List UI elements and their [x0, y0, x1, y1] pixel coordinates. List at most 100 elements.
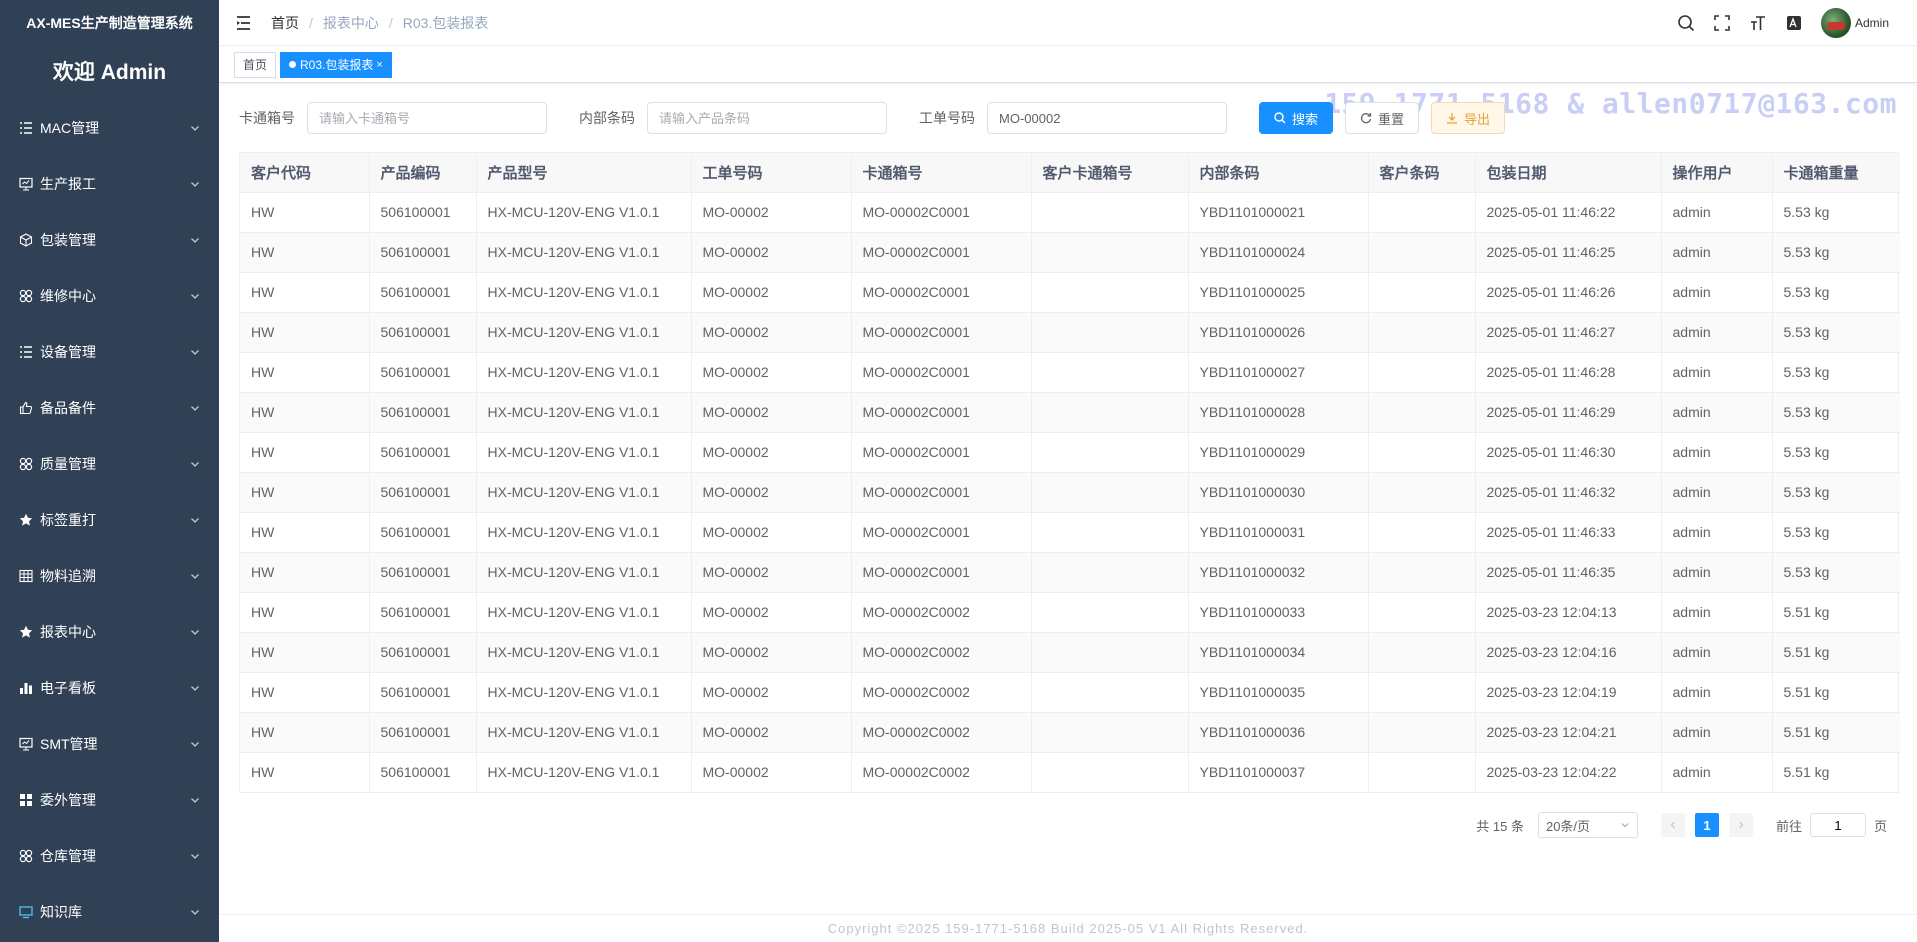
table-cell: HW: [240, 472, 370, 513]
search-button[interactable]: 搜索: [1259, 102, 1334, 134]
table-cell: YBD1101000028: [1188, 392, 1369, 433]
sidebar-item-2[interactable]: 包装管理: [0, 212, 219, 268]
tag-packing-report[interactable]: R03.包装报表 ×: [280, 51, 392, 78]
chevron-down-icon: [189, 626, 201, 638]
sidebar-item-10[interactable]: 电子看板: [0, 660, 219, 716]
table-cell: HW: [240, 752, 370, 792]
table-row[interactable]: HW 506100001 HX-MCU-120V-ENG V1.0.1 MO-0000…: [240, 312, 1900, 353]
table-cell: 2025-05-01 11:46:28: [1475, 352, 1662, 393]
table-cell: 506100001: [369, 512, 477, 553]
goto-input[interactable]: [1809, 813, 1866, 837]
next-page-button[interactable]: [1728, 813, 1753, 837]
search-icon[interactable]: [1677, 14, 1695, 32]
sidebar-item-label: 备品备件: [40, 400, 96, 416]
table-row[interactable]: HW 506100001 HX-MCU-120V-ENG V1.0.1 MO-0000…: [240, 592, 1900, 633]
table-cell: [1368, 672, 1476, 713]
table-row[interactable]: HW 506100001 HX-MCU-120V-ENG V1.0.1 MO-0000…: [240, 752, 1900, 792]
close-icon[interactable]: ×: [376, 53, 382, 77]
table-cell: 506100001: [369, 352, 477, 393]
table-cell: 2025-05-01 11:46:29: [1475, 392, 1662, 433]
sidebar-item-5[interactable]: 备品备件: [0, 380, 219, 436]
table-row[interactable]: HW 506100001 HX-MCU-120V-ENG V1.0.1 MO-0000…: [240, 232, 1900, 273]
table-row[interactable]: HW 506100001 HX-MCU-120V-ENG V1.0.1 MO-0000…: [240, 632, 1900, 673]
hamburger-icon[interactable]: [235, 13, 255, 33]
table-row[interactable]: HW 506100001 HX-MCU-120V-ENG V1.0.1 MO-0000…: [240, 552, 1900, 593]
chevron-down-icon: [189, 458, 201, 470]
sidebar-item-13[interactable]: 仓库管理: [0, 828, 219, 884]
table-row[interactable]: HW 506100001 HX-MCU-120V-ENG V1.0.1 MO-0000…: [240, 672, 1900, 713]
table-row[interactable]: HW 506100001 HX-MCU-120V-ENG V1.0.1 MO-0000…: [240, 472, 1900, 513]
pagination: 共 15 条 20条/页 1 前往 页: [1476, 812, 1887, 838]
sidebar-item-12[interactable]: 委外管理: [0, 772, 219, 828]
table-cell: YBD1101000024: [1188, 232, 1369, 273]
order-input[interactable]: [987, 102, 1227, 134]
table-cell: HW: [240, 312, 370, 353]
component-icon: [18, 288, 34, 304]
table-cell: MO-00002C0002: [851, 752, 1032, 792]
translate-icon[interactable]: [1785, 14, 1803, 32]
sidebar-item-4[interactable]: 设备管理: [0, 324, 219, 380]
sidebar-item-label: 维修中心: [40, 288, 96, 304]
sidebar-item-6[interactable]: 质量管理: [0, 436, 219, 492]
welcome-text: 欢迎 Admin: [52, 61, 167, 84]
sidebar-item-3[interactable]: 维修中心: [0, 268, 219, 324]
table-cell: MO-00002C0001: [851, 312, 1032, 353]
chevron-down-icon: [1621, 823, 1629, 828]
page-size-select[interactable]: 20条/页: [1537, 812, 1638, 838]
table-row[interactable]: HW 506100001 HX-MCU-120V-ENG V1.0.1 MO-0000…: [240, 392, 1900, 433]
table-row[interactable]: HW 506100001 HX-MCU-120V-ENG V1.0.1 MO-0000…: [240, 712, 1900, 753]
table-row[interactable]: HW 506100001 HX-MCU-120V-ENG V1.0.1 MO-0000…: [240, 432, 1900, 473]
sidebar-item-8[interactable]: 物料追溯: [0, 548, 219, 604]
table-cell: 506100001: [369, 272, 477, 313]
goto-label: 前往: [1775, 818, 1802, 834]
table-cell: [1031, 752, 1189, 792]
table-cell: HX-MCU-120V-ENG V1.0.1: [476, 432, 692, 473]
export-button[interactable]: 导出: [1431, 102, 1506, 134]
table-row[interactable]: HW 506100001 HX-MCU-120V-ENG V1.0.1 MO-0000…: [240, 272, 1900, 313]
breadcrumb-current: R03.包装报表: [402, 14, 489, 31]
sidebar-item-1[interactable]: 生产报工: [0, 156, 219, 212]
table-cell: [1368, 232, 1476, 273]
tag-home[interactable]: 首页: [234, 51, 277, 78]
sidebar-item-11[interactable]: SMT管理: [0, 716, 219, 772]
table-cell: 506100001: [369, 192, 477, 233]
table-cell: admin: [1661, 752, 1773, 792]
table-cell: HX-MCU-120V-ENG V1.0.1: [476, 192, 692, 233]
table-cell: MO-00002: [691, 592, 852, 633]
font-size-icon[interactable]: [1749, 14, 1767, 32]
page-unit-label: 页: [1873, 818, 1887, 834]
sidebar-item-7[interactable]: 标签重打: [0, 492, 219, 548]
sidebar-item-14[interactable]: 知识库: [0, 884, 219, 940]
sidebar-item-label: 报表中心: [40, 624, 96, 640]
table-row[interactable]: HW 506100001 HX-MCU-120V-ENG V1.0.1 MO-0000…: [240, 352, 1900, 393]
barcode-input[interactable]: [647, 102, 887, 134]
sidebar-item-label: 委外管理: [40, 792, 96, 808]
table-cell: HX-MCU-120V-ENG V1.0.1: [476, 352, 692, 393]
table-cell: 2025-05-01 11:46:35: [1475, 552, 1662, 593]
column-header: 卡通箱号: [851, 153, 1032, 193]
sidebar: AX-MES生产制造管理系统 欢迎 Admin MAC管理 生产报工 包装管理 维修中…: [0, 0, 219, 942]
table-cell: [1031, 272, 1189, 313]
fullscreen-icon[interactable]: [1713, 14, 1731, 32]
table-row[interactable]: HW 506100001 HX-MCU-120V-ENG V1.0.1 MO-0000…: [240, 512, 1900, 553]
chevron-down-icon: [189, 738, 201, 750]
table-cell: MO-00002C0002: [851, 712, 1032, 753]
user-menu[interactable]: Admin: [1820, 7, 1889, 38]
breadcrumb-home[interactable]: 首页: [271, 13, 299, 33]
table-cell: MO-00002: [691, 632, 852, 673]
table-row[interactable]: HW 506100001 HX-MCU-120V-ENG V1.0.1 MO-0000…: [240, 192, 1900, 233]
avatar[interactable]: [1820, 7, 1851, 38]
sidebar-item-9[interactable]: 报表中心: [0, 604, 219, 660]
table-cell: [1031, 512, 1189, 553]
search-icon: [1274, 112, 1286, 124]
table-cell: 506100001: [369, 592, 477, 633]
table-cell: admin: [1661, 432, 1773, 473]
prev-page-button[interactable]: [1660, 813, 1685, 837]
column-header: 客户条码: [1368, 153, 1476, 193]
page-number-current[interactable]: 1: [1694, 813, 1719, 837]
table-cell: MO-00002: [691, 552, 852, 593]
table-cell: [1368, 512, 1476, 553]
reset-button[interactable]: 重置: [1345, 102, 1420, 134]
sidebar-item-0[interactable]: MAC管理: [0, 100, 219, 156]
carton-input[interactable]: [307, 102, 547, 134]
